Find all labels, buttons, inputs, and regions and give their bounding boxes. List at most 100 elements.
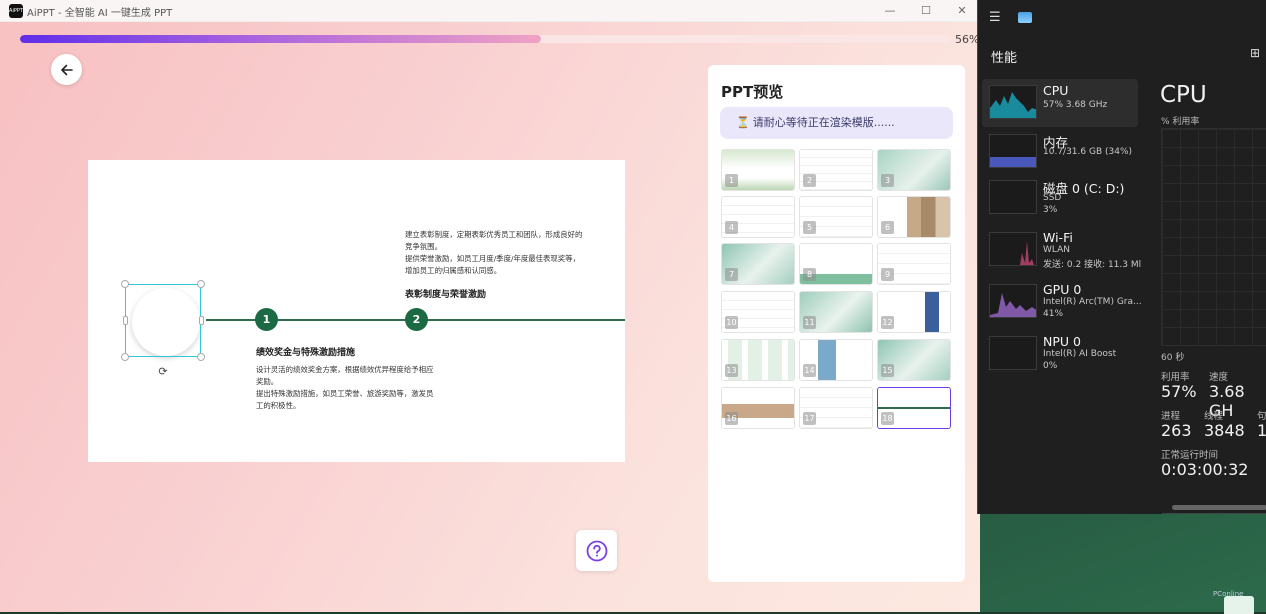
- perf-item-usage: 3%: [1043, 205, 1058, 215]
- slide-canvas[interactable]: ⟳ 1 2 绩效奖金与特殊激励措施 设计灵活的绩效奖金方案，根据绩效优异程度给予…: [88, 160, 625, 462]
- thumbnail-13[interactable]: 13: [721, 339, 795, 381]
- minimize-button[interactable]: —: [875, 2, 905, 20]
- thumbnail-number: 12: [881, 316, 894, 329]
- thumbnail-number: 5: [803, 221, 816, 234]
- perf-item-detail: Intel(R) AI Boost: [1043, 349, 1117, 359]
- perf-item-disk[interactable]: 磁盘 0 (C: D:) SSD 3%: [982, 174, 1138, 222]
- thumbnail-5[interactable]: 5: [799, 196, 873, 238]
- horizontal-scrollbar[interactable]: [1172, 505, 1266, 510]
- slide-body-1-line3: 提出特殊激励措施，如员工荣誉、旅游奖励等，激发员: [256, 389, 434, 398]
- render-status: ⏳ 请耐心等待正在渲染模版......: [720, 107, 953, 139]
- perf-item-memory[interactable]: 内存 10.7/31.6 GB (34%): [982, 128, 1138, 176]
- slide-body-1-line4: 工的积极性。: [256, 401, 301, 410]
- thumbnail-9[interactable]: 9: [877, 243, 951, 285]
- cpu-utilization-label: % 利用率: [1161, 117, 1200, 127]
- thumbnail-15[interactable]: 15: [877, 339, 951, 381]
- resize-handle[interactable]: [197, 353, 205, 361]
- thumbnail-14[interactable]: 14: [799, 339, 873, 381]
- thumbnail-1[interactable]: 1: [721, 149, 795, 191]
- thumbnail-number: 8: [803, 268, 816, 281]
- perf-item-npu[interactable]: NPU 0 Intel(R) AI Boost 0%: [982, 330, 1138, 378]
- perf-item-gpu[interactable]: GPU 0 Intel(R) Arc(TM) Gra... 41%: [982, 278, 1142, 326]
- util-value: 57%: [1161, 382, 1197, 401]
- thumbnail-18[interactable]: 18: [877, 387, 951, 429]
- perf-item-name: NPU 0: [1043, 334, 1081, 349]
- slide-body-1-line2: 奖励。: [256, 377, 279, 386]
- slide-body-1-line1: 设计灵活的绩效奖金方案，根据绩效优异程度给予相应: [256, 365, 434, 374]
- corner-badge: [1224, 596, 1254, 614]
- uptime-label: 正常运行时间: [1161, 450, 1219, 461]
- thumbnail-number: 14: [803, 364, 816, 377]
- task-manager-window: ☰ 性能 ⊞ CPU 57% 3.68 GHz 内存 10.7/31.6 GB …: [977, 0, 1266, 514]
- memory-mini-graph: [989, 134, 1037, 168]
- perf-item-wifi[interactable]: Wi-Fi WLAN 发送: 0.2 接收: 11.3 Ml: [982, 226, 1142, 274]
- resize-handle[interactable]: [197, 280, 205, 288]
- thumbnail-8[interactable]: 8: [799, 243, 873, 285]
- thread-label: 线程: [1204, 411, 1224, 422]
- rotate-icon[interactable]: ⟳: [156, 365, 170, 379]
- cpu-usage-graph: [1161, 128, 1266, 346]
- thumbnail-number: 10: [725, 316, 738, 329]
- run-new-task-icon[interactable]: ⊞: [1250, 46, 1264, 60]
- process-label: 进程: [1161, 411, 1181, 422]
- back-button[interactable]: [51, 54, 82, 85]
- perf-item-name: CPU: [1043, 83, 1069, 98]
- selection-box[interactable]: [125, 284, 201, 357]
- uptime-value: 0:03:00:32: [1161, 460, 1249, 479]
- perf-item-name: GPU 0: [1043, 282, 1082, 297]
- thumbnail-12[interactable]: 12: [877, 291, 951, 333]
- thumbnail-17[interactable]: 17: [799, 387, 873, 429]
- thumbnail-16[interactable]: 16: [721, 387, 795, 429]
- thumbnail-number: 15: [881, 364, 894, 377]
- cpu-mini-graph: [989, 85, 1037, 119]
- timeline-node-1: 1: [255, 308, 278, 331]
- slide-body-2-line4: 增加员工的归属感和认同感。: [405, 266, 502, 275]
- handle-value: 1: [1257, 421, 1266, 440]
- task-manager-app-icon: [1018, 12, 1032, 23]
- slide-body-2-line1: 建立表彰制度，定期表彰优秀员工和团队，形成良好的: [405, 230, 583, 239]
- hamburger-menu-icon[interactable]: ☰: [989, 11, 1003, 25]
- slide-heading-1: 绩效奖金与特殊激励措施: [256, 348, 356, 358]
- hourglass-icon: ⏳: [736, 116, 750, 129]
- perf-item-cpu[interactable]: CPU 57% 3.68 GHz: [982, 79, 1138, 127]
- thumbnail-10[interactable]: 10: [721, 291, 795, 333]
- resize-handle[interactable]: [121, 353, 129, 361]
- util-label: 利用率: [1161, 372, 1190, 383]
- window-title: AiPPT - 全智能 AI 一键生成 PPT: [27, 8, 173, 19]
- close-button[interactable]: ✕: [947, 2, 977, 20]
- thumbnail-6[interactable]: 6: [877, 196, 951, 238]
- thumbnail-number: 18: [881, 412, 894, 425]
- resize-handle[interactable]: [199, 316, 204, 325]
- resize-handle[interactable]: [121, 280, 129, 288]
- thumbnail-7[interactable]: 7: [721, 243, 795, 285]
- slide-body-2-line3: 提供荣誉激励，如员工月度/季度/年度最佳表现奖等，: [405, 254, 580, 263]
- gpu-mini-graph: [989, 284, 1037, 318]
- thumbnail-2[interactable]: 2: [799, 149, 873, 191]
- progress-percent: 56%: [955, 33, 980, 46]
- desktop-background: AiPPT AiPPT - 全智能 AI 一键生成 PPT — ☐ ✕ 56%: [0, 0, 1266, 614]
- slide-body-2-line2: 竞争氛围。: [405, 242, 442, 251]
- question-icon: [586, 540, 607, 561]
- progress-fill: [20, 35, 541, 43]
- disk-mini-graph: [989, 180, 1037, 214]
- perf-item-usage: 发送: 0.2 接收: 11.3 Ml: [1043, 260, 1142, 270]
- thumbnail-number: 16: [725, 412, 738, 425]
- task-manager-titlebar: ☰: [978, 0, 1266, 36]
- thumbnail-3[interactable]: 3: [877, 149, 951, 191]
- thumbnail-4[interactable]: 4: [721, 196, 795, 238]
- maximize-button[interactable]: ☐: [911, 2, 941, 20]
- resize-handle[interactable]: [123, 316, 128, 325]
- perf-item-detail: Intel(R) Arc(TM) Gra...: [1043, 297, 1142, 307]
- timeline-node-2: 2: [405, 308, 428, 331]
- thumbnail-number: 11: [803, 316, 816, 329]
- thumbnail-number: 13: [725, 364, 738, 377]
- perf-item-usage: 0%: [1043, 361, 1058, 371]
- help-button[interactable]: [576, 530, 617, 571]
- thumbnail-11[interactable]: 11: [799, 291, 873, 333]
- arrow-left-icon: [60, 64, 73, 75]
- perf-item-usage: 41%: [1043, 309, 1064, 319]
- perf-item-detail: 57% 3.68 GHz: [1043, 100, 1108, 110]
- perf-item-detail: WLAN: [1043, 245, 1071, 255]
- thread-value: 3848: [1204, 421, 1245, 440]
- app-logo: AiPPT: [9, 4, 23, 18]
